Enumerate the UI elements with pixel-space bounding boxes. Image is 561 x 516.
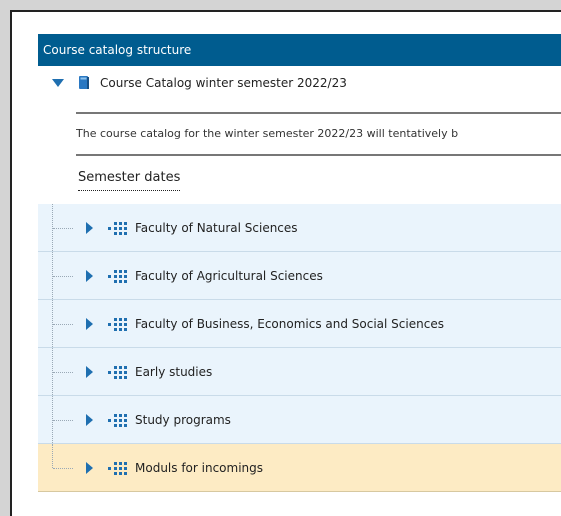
book-icon: [79, 76, 89, 89]
tree-connector: [52, 444, 53, 468]
tree-connector: [53, 420, 73, 421]
caret-right-icon[interactable]: [86, 462, 93, 474]
tree-node-label[interactable]: Faculty of Natural Sciences: [135, 204, 298, 252]
tree-node-label[interactable]: Faculty of Business, Economics and Socia…: [135, 300, 444, 348]
divider-bottom: [76, 154, 561, 156]
tree-connector: [53, 324, 73, 325]
grid-dots-icon: [108, 366, 127, 379]
grid-dots-icon: [108, 270, 127, 283]
tree-connector: [53, 372, 73, 373]
caret-right-icon[interactable]: [86, 414, 93, 426]
grid-dots-icon: [108, 462, 127, 475]
caret-right-icon[interactable]: [86, 222, 93, 234]
window-frame: Course catalog structure Course Catalog …: [10, 10, 561, 516]
catalog-title[interactable]: Course Catalog winter semester 2022/23: [100, 66, 347, 100]
catalog-root-row[interactable]: Course Catalog winter semester 2022/23: [38, 66, 561, 100]
tree-connector: [53, 468, 73, 469]
tree-node-label[interactable]: Moduls for incomings: [135, 444, 263, 492]
tree-node-label[interactable]: Early studies: [135, 348, 212, 396]
tree-connector: [53, 276, 73, 277]
tree-node-moduls-for-incomings[interactable]: Moduls for incomings: [38, 444, 561, 492]
tree-node-early-studies[interactable]: Early studies: [38, 348, 561, 396]
tree-connector: [53, 228, 73, 229]
grid-dots-icon: [108, 414, 127, 427]
caret-right-icon[interactable]: [86, 270, 93, 282]
tree-node-study-programs[interactable]: Study programs: [38, 396, 561, 444]
caret-right-icon[interactable]: [86, 318, 93, 330]
tree-node-agricultural-sciences[interactable]: Faculty of Agricultural Sciences: [38, 252, 561, 300]
semester-dates-link[interactable]: Semester dates: [78, 166, 181, 191]
panel-header: Course catalog structure: [38, 34, 561, 66]
catalog-notice: The course catalog for the winter semest…: [76, 127, 459, 140]
tree-node-label[interactable]: Study programs: [135, 396, 231, 444]
tree-node-business-economics-social[interactable]: Faculty of Business, Economics and Socia…: [38, 300, 561, 348]
course-catalog-panel: Course catalog structure Course Catalog …: [38, 34, 561, 504]
caret-down-icon[interactable]: [52, 79, 64, 87]
tree-node-natural-sciences[interactable]: Faculty of Natural Sciences: [38, 204, 561, 252]
caret-right-icon[interactable]: [86, 366, 93, 378]
catalog-tree: Faculty of Natural Sciences Faculty of A…: [38, 204, 561, 494]
grid-dots-icon: [108, 318, 127, 331]
tree-node-label[interactable]: Faculty of Agricultural Sciences: [135, 252, 323, 300]
grid-dots-icon: [108, 222, 127, 235]
